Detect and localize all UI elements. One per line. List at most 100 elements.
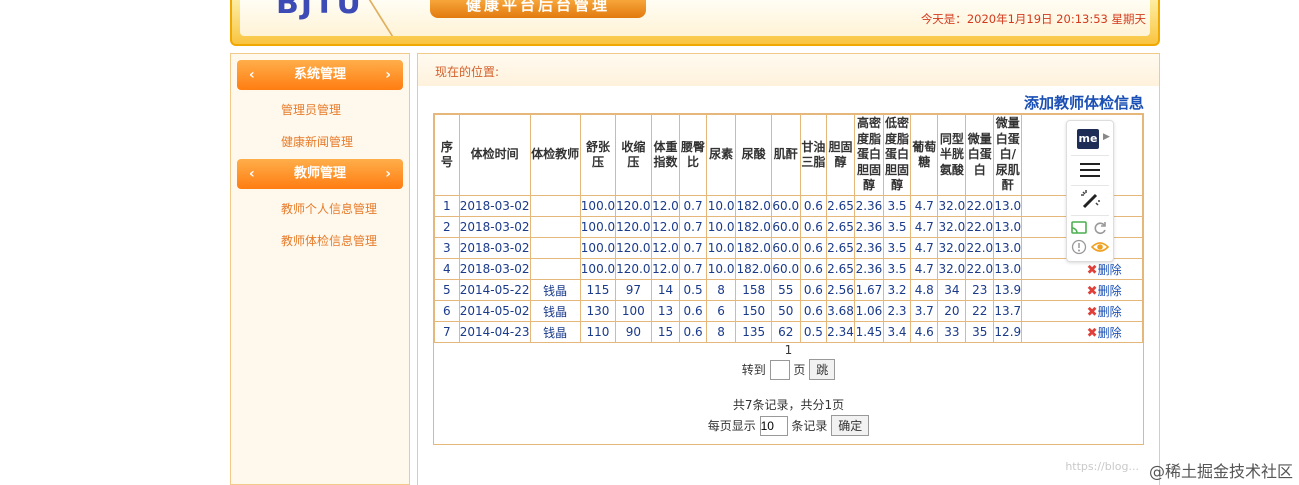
table-cell: 182.0 xyxy=(735,237,772,259)
per-page-label: 每页显示 xyxy=(707,419,756,433)
per-page-input[interactable] xyxy=(759,416,788,436)
delete-link[interactable]: 删除 xyxy=(1098,263,1122,277)
column-header: 腰臀比 xyxy=(679,114,707,196)
records-unit: 条记录 xyxy=(791,419,828,433)
table-cell: 10.0 xyxy=(705,237,737,259)
table-cell: 3.2 xyxy=(882,279,912,301)
table-row: 1 2018-03-02 100.0 120.0 12.0 0.7 10.0 182.0 60.… xyxy=(434,195,1143,217)
refresh-icon[interactable] xyxy=(1093,221,1107,235)
table-cell: 3 xyxy=(434,237,460,259)
column-header: 肌酐 xyxy=(770,114,801,196)
table-cell: 1.06 xyxy=(854,300,884,322)
delete-icon[interactable]: ✖ xyxy=(1087,263,1098,278)
table-cell: 2.36 xyxy=(854,258,884,280)
jump-button[interactable]: 跳 xyxy=(809,359,836,380)
table-cell: 10.0 xyxy=(705,258,737,280)
hamburger-menu-icon[interactable] xyxy=(1080,163,1100,177)
table-cell: 120.0 xyxy=(615,258,652,280)
table-cell xyxy=(529,195,581,217)
table-cell: 0.6 xyxy=(799,216,828,238)
toolbar-divider xyxy=(1071,155,1109,156)
table-cell: 12.0 xyxy=(650,258,681,280)
sidebar-group-label: 系统管理 xyxy=(293,67,346,82)
site-logo: BJTU xyxy=(276,0,363,21)
table-cell: 120.0 xyxy=(615,195,652,217)
delete-icon[interactable]: ✖ xyxy=(1087,305,1098,320)
delete-icon[interactable]: ✖ xyxy=(1087,284,1098,299)
header-inner: BJTU 健康平台后台管理 今天是：2020年1月19日 20:13:53 星期… xyxy=(240,0,1150,36)
info-icon[interactable] xyxy=(1071,239,1087,255)
column-header: 低密度脂蛋白胆固醇 xyxy=(882,114,912,196)
table-cell: 3.5 xyxy=(882,258,912,280)
goto-page-input[interactable] xyxy=(769,360,790,380)
table-row: 5 2014-05-22 钱晶 115 97 14 0.5 8 158 55 0.6 2.56 1.67… xyxy=(434,279,1143,301)
table-cell: 2.36 xyxy=(854,216,884,238)
cast-icon[interactable] xyxy=(1071,221,1087,235)
me-badge-icon[interactable]: me xyxy=(1077,129,1099,149)
table-cell: 135 xyxy=(735,321,772,343)
table-cell: 158 xyxy=(735,279,772,301)
table-container: 序号 体检时间 体检教师 舒张压 收缩压 体重指数 腰臀比 尿素 尿酸 肌酐 甘油三脂 胆固醇 高密度脂… xyxy=(433,113,1144,445)
watermark-url: https://blog... xyxy=(1065,460,1139,473)
sidebar: ‹ 系统管理 › 管理员管理 健康新闻管理 ‹ 教师管理 › 教师个人信息管理 … xyxy=(230,53,410,485)
table-cell: 4.7 xyxy=(910,216,939,238)
toolbar-divider xyxy=(1071,185,1109,186)
goto-label: 转到 xyxy=(741,363,766,377)
delete-link[interactable]: 删除 xyxy=(1098,305,1122,319)
sidebar-item-teacher-exam[interactable]: 教师体检信息管理 xyxy=(281,232,377,249)
table-row: 7 2014-04-23 钱晶 110 90 15 0.6 8 135 62 0.5 2.34 1.45… xyxy=(434,321,1143,343)
location-bar: 现在的位置: xyxy=(418,54,1159,86)
magic-wand-icon[interactable] xyxy=(1080,189,1100,209)
delete-link[interactable]: 删除 xyxy=(1098,326,1122,340)
table-cell: 13.0 xyxy=(993,195,1023,217)
table-cell: 2.65 xyxy=(826,195,856,217)
add-exam-link[interactable]: 添加教师体检信息 xyxy=(1024,92,1144,113)
table-cell: 2018-03-02 xyxy=(458,258,531,280)
table-cell: 1.67 xyxy=(854,279,884,301)
table-cell: 12.0 xyxy=(650,237,681,259)
confirm-button[interactable]: 确定 xyxy=(831,415,870,436)
table-cell: 100.0 xyxy=(579,258,617,280)
table-cell: 6 xyxy=(434,300,460,322)
today-label: 今天是： xyxy=(920,12,967,26)
table-cell: 0.7 xyxy=(679,216,707,238)
table-cell: 0.7 xyxy=(679,237,707,259)
delete-link[interactable]: 删除 xyxy=(1098,284,1122,298)
table-cell: 100 xyxy=(615,300,652,322)
sidebar-item-admin[interactable]: 管理员管理 xyxy=(281,101,341,118)
delete-icon[interactable]: ✖ xyxy=(1087,326,1098,341)
column-header: 舒张压 xyxy=(579,114,617,196)
main-panel: 现在的位置: 添加教师体检信息 序号 体检时间 体检教师 舒张压 收缩压 体重指数 腰臀比尿… xyxy=(417,53,1160,485)
sidebar-item-teacher-info[interactable]: 教师个人信息管理 xyxy=(281,200,377,217)
table-cell xyxy=(529,258,581,280)
sidebar-group-system[interactable]: ‹ 系统管理 › xyxy=(237,60,403,90)
sidebar-group-teacher[interactable]: ‹ 教师管理 › xyxy=(237,159,403,189)
table-row: 2 2018-03-02 100.0 120.0 12.0 0.7 10.0 182.0 60.… xyxy=(434,216,1143,238)
table-cell: 1.45 xyxy=(854,321,884,343)
table-cell: 0.5 xyxy=(679,279,707,301)
top-header: BJTU 健康平台后台管理 今天是：2020年1月19日 20:13:53 星期… xyxy=(230,0,1160,46)
table-cell: 8 xyxy=(705,321,737,343)
expand-arrow-icon[interactable]: ▶ xyxy=(1103,132,1110,142)
table-cell: 60.0 xyxy=(770,195,801,217)
table-cell: 2.36 xyxy=(854,195,884,217)
table-cell: 13.0 xyxy=(993,216,1023,238)
table-row: 6 2014-05-02 钱晶 130 100 13 0.6 6 150 50 0.6 3.68 1.0… xyxy=(434,300,1143,322)
table-cell xyxy=(529,216,581,238)
column-header: 同型半胱氨酸 xyxy=(937,114,967,196)
chevron-left-icon: ‹ xyxy=(249,67,255,83)
table-cell: 12.9 xyxy=(993,321,1023,343)
column-header: 微量白蛋白/尿肌酐 xyxy=(993,114,1023,196)
record-summary: 共7条记录，共分1页 xyxy=(732,398,845,412)
table-cell: 1 xyxy=(434,195,460,217)
sidebar-item-news[interactable]: 健康新闻管理 xyxy=(281,133,353,150)
column-header: 甘油三脂 xyxy=(799,114,828,196)
page-unit: 页 xyxy=(793,363,806,377)
table-cell: 0.6 xyxy=(679,321,707,343)
table-cell: 13.0 xyxy=(993,237,1023,259)
column-header: 尿酸 xyxy=(735,114,772,196)
table-cell xyxy=(529,237,581,259)
eye-icon[interactable] xyxy=(1091,240,1109,254)
pagination: 1 转到 页 跳 共7条记录，共分1页 每页显示 条记录 确定 xyxy=(434,343,1143,436)
table-cell: 22.0 xyxy=(965,237,995,259)
